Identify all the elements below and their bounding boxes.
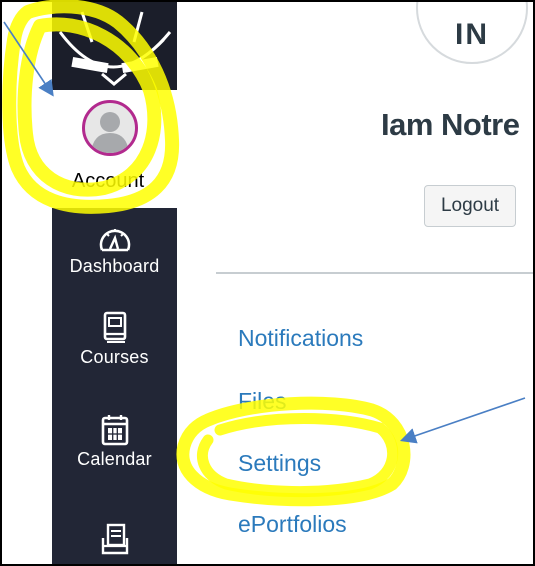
nav-item-dashboard[interactable]: Dashboard [52,224,177,277]
user-display-name: Iam Notre [381,107,520,142]
link-notifications[interactable]: Notifications [238,325,363,352]
nav-label-calendar: Calendar [77,449,152,469]
institution-logo[interactable] [52,2,177,90]
nav-item-inbox[interactable] [52,522,177,558]
nav-item-courses[interactable]: Courses [52,311,177,368]
logout-button[interactable]: Logout [424,185,516,227]
nav-label-dashboard: Dashboard [69,256,160,276]
nav-label-account: Account [71,170,145,192]
nav-item-account[interactable]: Account [52,90,177,208]
nav-item-calendar[interactable]: Calendar [52,413,177,470]
link-settings[interactable]: Settings [238,450,321,477]
nav-label-courses: Courses [80,347,149,367]
inbox-icon [101,523,128,555]
global-navigation: Account Dashboard Courses Calendar [52,2,177,564]
courses-icon [103,311,126,343]
calendar-icon [101,415,128,446]
profile-initials: IN [455,18,489,51]
dashboard-icon [99,229,130,252]
profile-avatar: IN [416,2,528,64]
divider [216,272,533,274]
link-files[interactable]: Files [238,388,287,415]
crest-logo-icon [52,11,177,90]
avatar [82,100,138,156]
user-avatar-icon [91,112,129,153]
link-eportfolios[interactable]: ePortfolios [238,511,347,538]
screenshot-frame: Account Dashboard Courses Calendar IN Ia… [0,0,535,566]
